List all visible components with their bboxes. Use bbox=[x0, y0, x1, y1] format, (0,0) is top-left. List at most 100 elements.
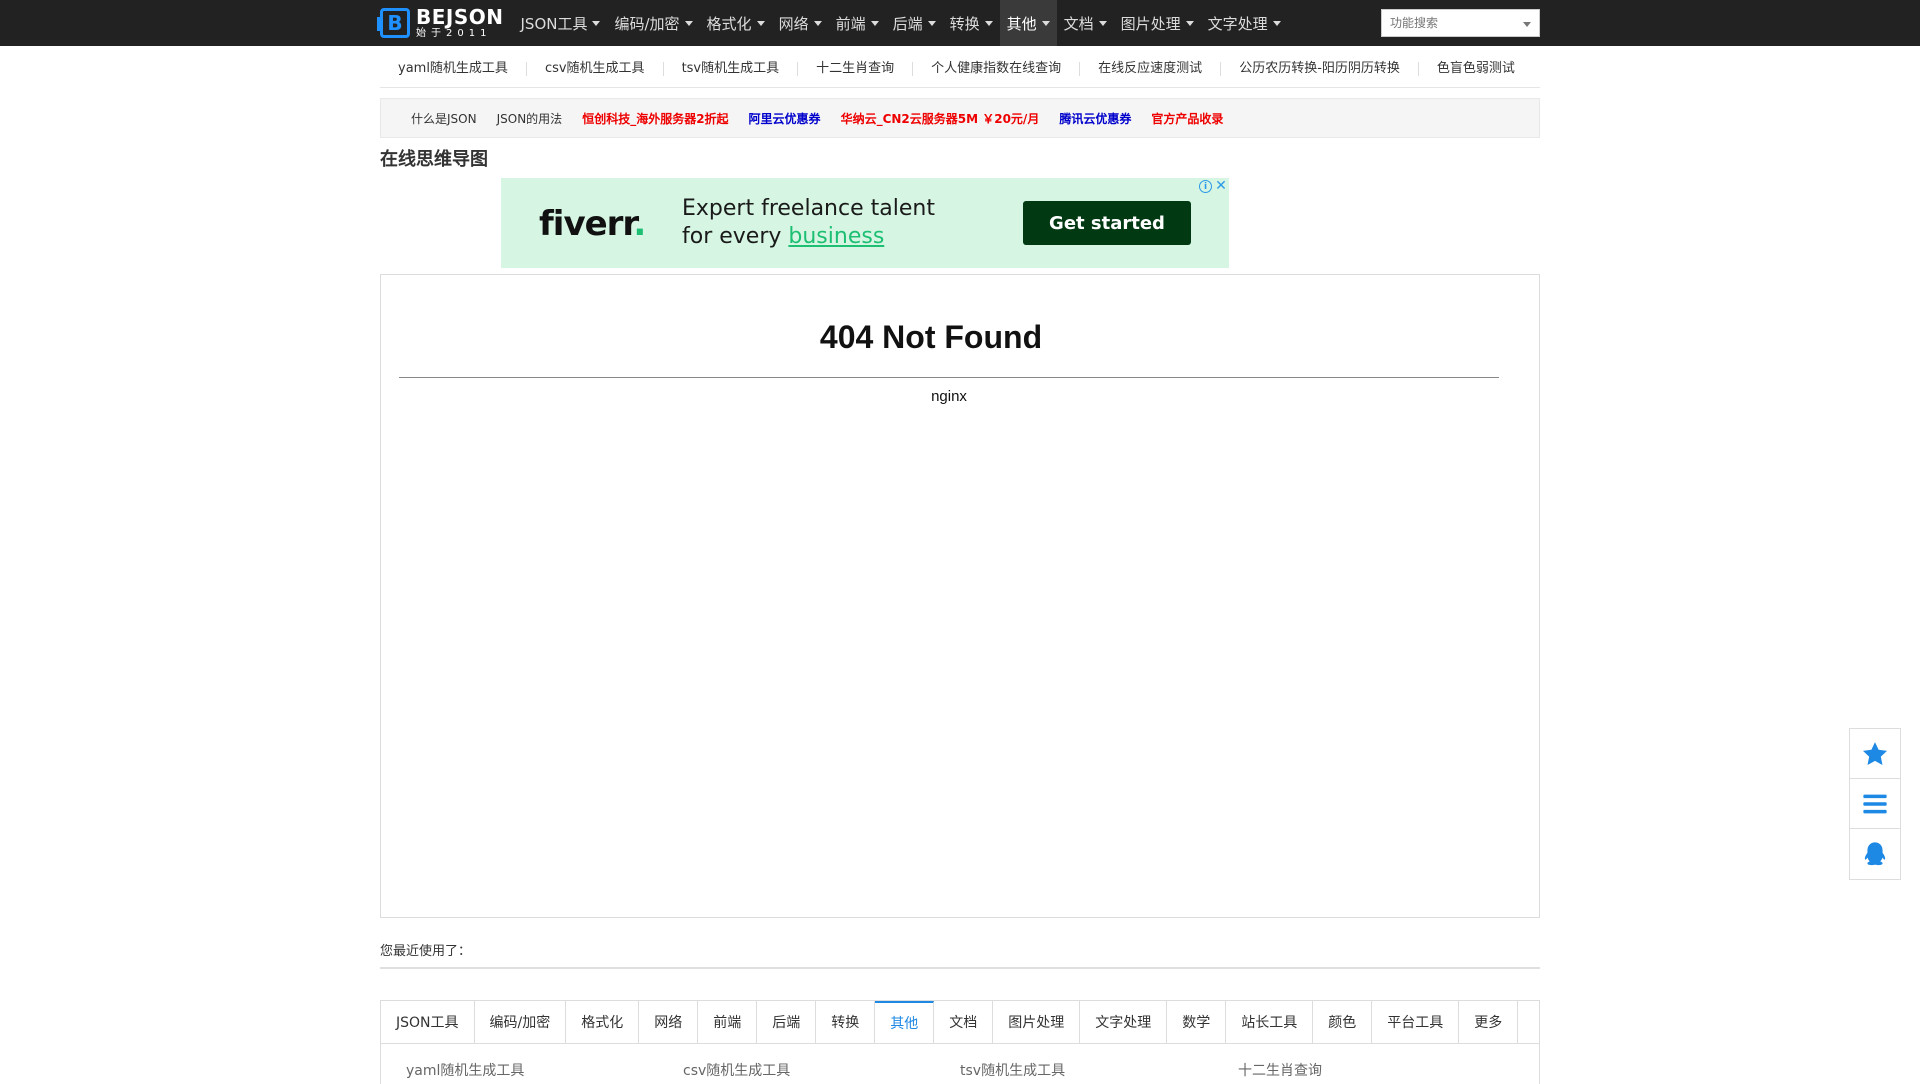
nav-menu-label: 文档 bbox=[1063, 14, 1094, 33]
nav-menu-item[interactable]: JSON工具 bbox=[514, 0, 608, 46]
caret-down-icon bbox=[1041, 20, 1050, 26]
ad-brand-dot: . bbox=[633, 204, 646, 244]
favorite-button[interactable] bbox=[1850, 729, 1900, 779]
logo-text: BEJSON 始于2011 bbox=[416, 7, 504, 39]
category-tab[interactable]: 后端 bbox=[757, 1001, 817, 1043]
ad-info-icon[interactable]: i bbox=[1199, 180, 1212, 193]
search-dropdown-caret-icon[interactable] bbox=[1523, 22, 1531, 27]
ad-banner[interactable]: fiverr. Expert freelance talent for ever… bbox=[501, 178, 1229, 268]
category-tab[interactable]: 数学 bbox=[1167, 1001, 1227, 1043]
logo-b-icon: B bbox=[377, 8, 410, 38]
qq-button[interactable] bbox=[1850, 829, 1900, 879]
category-tab[interactable]: 图片处理 bbox=[993, 1001, 1081, 1043]
ad-get-started-button[interactable]: Get started bbox=[1023, 201, 1191, 245]
caret-down-icon bbox=[1098, 20, 1107, 26]
nav-menu-item[interactable]: 网络 bbox=[772, 0, 829, 46]
nav-menu-label: 其他 bbox=[1006, 14, 1037, 33]
recent-usage-label: 您最近使用了： bbox=[380, 944, 472, 959]
promo-link[interactable]: 腾讯云优惠券 bbox=[1059, 110, 1131, 127]
category-tab[interactable]: 站长工具 bbox=[1226, 1001, 1314, 1043]
nav-menu-item[interactable]: 其他 bbox=[999, 0, 1057, 46]
function-search[interactable] bbox=[1381, 9, 1540, 37]
caret-down-icon bbox=[927, 20, 936, 26]
category-tab[interactable]: 平台工具 bbox=[1372, 1001, 1460, 1043]
ad-line2-prefix: for every bbox=[682, 224, 789, 249]
site-logo[interactable]: B BEJSON 始于2011 bbox=[377, 7, 504, 39]
caret-down-icon bbox=[1185, 20, 1194, 26]
error-server: nginx bbox=[931, 388, 967, 405]
category-tool-link[interactable]: tsv随机生成工具 bbox=[960, 1060, 1065, 1080]
category-tab[interactable]: 网络 bbox=[639, 1001, 699, 1043]
nav-menu-label: 转换 bbox=[949, 14, 980, 33]
category-tab[interactable]: 转换 bbox=[816, 1001, 876, 1043]
category-tab[interactable]: 编码/加密 bbox=[475, 1001, 567, 1043]
main-menu: JSON工具 编码/加密 格式化 网络 前端 后端 转换 其他 文档 图片处理 文字处理 bbox=[514, 0, 1288, 46]
nav-menu-item[interactable]: 转换 bbox=[943, 0, 1000, 46]
category-tabs: JSON工具 编码/加密 格式化 网络 前端 后端 转换 其他 文档 图片处理 文字处理 数学 站长工具… bbox=[380, 1000, 1540, 1044]
ad-brand: fiverr bbox=[539, 204, 634, 244]
ad-close-icon[interactable]: ✕ bbox=[1214, 178, 1228, 194]
quick-link[interactable]: yaml随机生成工具 bbox=[398, 61, 527, 76]
star-icon bbox=[1862, 741, 1888, 765]
error-divider bbox=[399, 377, 1499, 378]
quick-link[interactable]: 公历农历转换-阳历阴历转换 bbox=[1221, 61, 1419, 76]
caret-down-icon bbox=[984, 20, 993, 26]
category-tab[interactable]: 文档 bbox=[934, 1001, 994, 1043]
nav-menu-item[interactable]: 编码/加密 bbox=[607, 0, 699, 46]
caret-down-icon bbox=[756, 20, 765, 26]
caret-down-icon bbox=[592, 20, 601, 26]
recent-divider bbox=[380, 967, 1540, 969]
quick-link[interactable]: 个人健康指数在线查询 bbox=[913, 61, 1081, 76]
nav-menu-label: JSON工具 bbox=[520, 14, 588, 33]
nav-menu-label: 格式化 bbox=[706, 14, 752, 33]
caret-down-icon bbox=[1272, 20, 1281, 26]
function-search-input[interactable] bbox=[1390, 16, 1520, 30]
nav-menu-label: 后端 bbox=[892, 14, 923, 33]
quick-link[interactable]: tsv随机生成工具 bbox=[664, 61, 799, 76]
nav-menu-item[interactable]: 格式化 bbox=[700, 0, 772, 46]
error-title: 404 Not Found bbox=[819, 319, 1043, 355]
category-tool-link[interactable]: yaml随机生成工具 bbox=[406, 1060, 524, 1080]
floating-toolbar bbox=[1849, 728, 1901, 880]
category-tab[interactable]: 前端 bbox=[698, 1001, 758, 1043]
promo-link[interactable]: 官方产品收录 bbox=[1151, 110, 1223, 127]
navbar-inner: B BEJSON 始于2011 JSON工具 编码/加密 格式化 网络 前端 后端 转换 其他… bbox=[377, 0, 1288, 46]
category-tab[interactable]: 更多 bbox=[1459, 1001, 1519, 1043]
category-tool-link[interactable]: csv随机生成工具 bbox=[683, 1060, 790, 1080]
related-tools-links: yaml随机生成工具 csv随机生成工具 tsv随机生成工具 十二生肖查询 个人健康指数… bbox=[380, 50, 1540, 88]
page-title: 在线思维导图 bbox=[380, 149, 488, 170]
promo-bar: 什么是JSON JSON的用法 恒创科技_海外服务器2折起 阿里云优惠券 华纳云_CN2… bbox=[380, 98, 1540, 138]
ad-headline: Expert freelance talent for every busine… bbox=[682, 195, 935, 251]
promo-link[interactable]: JSON的用法 bbox=[497, 110, 563, 127]
nav-menu-item[interactable]: 文字处理 bbox=[1201, 0, 1288, 46]
tool-iframe: 404 Not Found nginx bbox=[380, 274, 1540, 918]
category-tab[interactable]: JSON工具 bbox=[381, 1001, 475, 1043]
nav-menu-item[interactable]: 前端 bbox=[829, 0, 886, 46]
category-tool-link[interactable]: 十二生肖查询 bbox=[1238, 1060, 1322, 1080]
ad-line2-highlight: business bbox=[788, 224, 885, 249]
category-tab[interactable]: 格式化 bbox=[566, 1001, 640, 1043]
menu-icon bbox=[1863, 794, 1887, 813]
promo-link[interactable]: 阿里云优惠券 bbox=[749, 110, 821, 127]
quick-link[interactable]: csv随机生成工具 bbox=[527, 61, 664, 76]
promo-link[interactable]: 什么是JSON bbox=[411, 110, 477, 127]
ad-brand-logo: fiverr. bbox=[539, 204, 646, 244]
ad-line1: Expert freelance talent bbox=[682, 196, 935, 221]
category-tool-list: yaml随机生成工具 csv随机生成工具 tsv随机生成工具 十二生肖查询 bbox=[380, 1044, 1540, 1084]
nav-menu-item[interactable]: 文档 bbox=[1057, 0, 1114, 46]
quick-link[interactable]: 色盲色弱测试 bbox=[1419, 61, 1533, 76]
quick-link[interactable]: 十二生肖查询 bbox=[798, 61, 914, 76]
category-tab[interactable]: 其他 bbox=[875, 1001, 935, 1043]
nav-menu-item[interactable]: 后端 bbox=[886, 0, 943, 46]
caret-down-icon bbox=[870, 20, 879, 26]
nav-menu-label: 编码/加密 bbox=[614, 14, 680, 33]
menu-button[interactable] bbox=[1850, 779, 1900, 829]
quick-link[interactable]: 在线反应速度测试 bbox=[1080, 61, 1222, 76]
promo-link[interactable]: 华纳云_CN2云服务器5M ￥20元/月 bbox=[841, 110, 1040, 127]
nav-menu-label: 前端 bbox=[835, 14, 866, 33]
category-tab[interactable]: 文字处理 bbox=[1080, 1001, 1168, 1043]
nav-menu-label: 网络 bbox=[778, 14, 809, 33]
promo-link[interactable]: 恒创科技_海外服务器2折起 bbox=[582, 110, 728, 127]
category-tab[interactable]: 颜色 bbox=[1313, 1001, 1373, 1043]
nav-menu-item[interactable]: 图片处理 bbox=[1114, 0, 1201, 46]
